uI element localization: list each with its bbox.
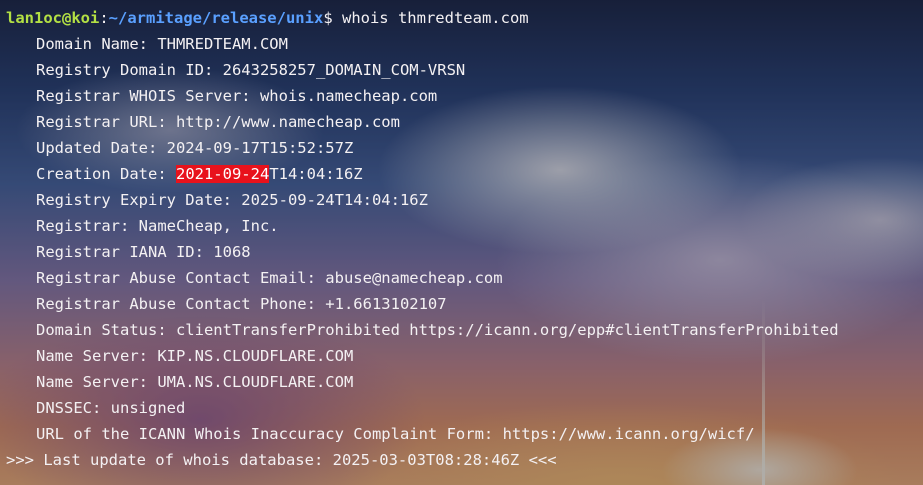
creation-date-time: T14:04:16Z	[269, 165, 363, 183]
prompt-user-host: lan1oc@koi	[6, 9, 100, 27]
prompt-path: ~/armitage/release/unix	[108, 9, 324, 27]
whois-registrar-iana-id: Registrar IANA ID: 1068	[36, 243, 251, 261]
whois-icann-complaint-url: URL of the ICANN Whois Inaccuracy Compla…	[36, 425, 755, 443]
creation-date-label: Creation Date:	[36, 165, 176, 183]
shell-prompt-line: lan1oc@koi:~/armitage/release/unix$ whoi…	[6, 7, 923, 33]
whois-registry-expiry-date: Registry Expiry Date: 2025-09-24T14:04:1…	[36, 191, 428, 209]
terminal-output[interactable]: lan1oc@koi:~/armitage/release/unix$ whoi…	[6, 7, 923, 475]
whois-domain-status: Domain Status: clientTransferProhibited …	[36, 321, 839, 339]
whois-domain-name: Domain Name: THMREDTEAM.COM	[36, 35, 288, 53]
whois-registrar-url: Registrar URL: http://www.namecheap.com	[36, 113, 400, 131]
whois-abuse-phone: Registrar Abuse Contact Phone: +1.661310…	[36, 295, 447, 313]
whois-dnssec: DNSSEC: unsigned	[36, 399, 186, 417]
whois-abuse-email: Registrar Abuse Contact Email: abuse@nam…	[36, 269, 503, 287]
prompt-separator: :	[99, 9, 109, 27]
whois-registrar-whois-server: Registrar WHOIS Server: whois.namecheap.…	[36, 87, 438, 105]
whois-creation-date: Creation Date: 2021-09-24T14:04:16Z	[6, 163, 923, 189]
whois-registry-domain-id: Registry Domain ID: 2643258257_DOMAIN_CO…	[36, 61, 466, 79]
prompt-symbol: $	[323, 9, 342, 27]
whois-registrar: Registrar: NameCheap, Inc.	[36, 217, 279, 235]
whois-updated-date: Updated Date: 2024-09-17T15:52:57Z	[36, 139, 354, 157]
prompt-command: whois thmredteam.com	[341, 9, 529, 27]
whois-last-update: >>> Last update of whois database: 2025-…	[6, 451, 557, 469]
whois-name-server-1: Name Server: KIP.NS.CLOUDFLARE.COM	[36, 347, 354, 365]
creation-date-highlight: 2021-09-24	[175, 165, 270, 183]
whois-name-server-2: Name Server: UMA.NS.CLOUDFLARE.COM	[36, 373, 354, 391]
